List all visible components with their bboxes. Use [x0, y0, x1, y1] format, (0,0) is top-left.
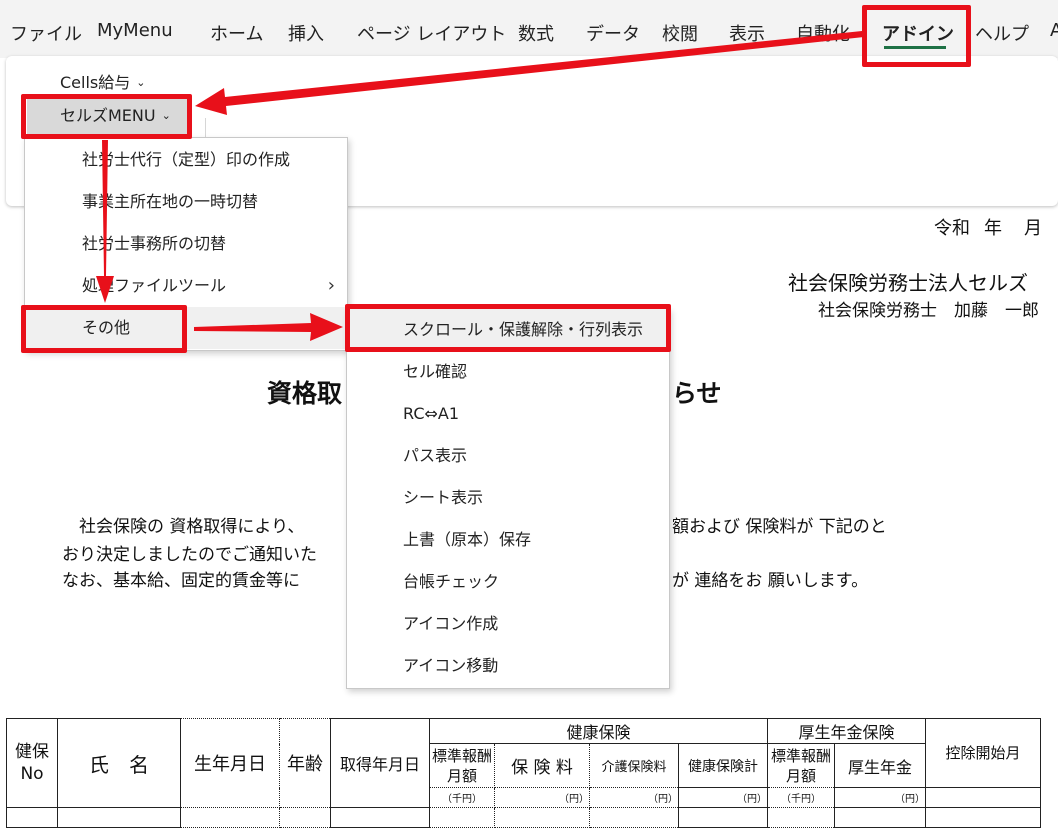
tab-home[interactable]: ホーム — [210, 20, 263, 46]
submenu-item-rc-a1[interactable]: RC⇔A1 — [347, 393, 669, 435]
menu-item-label: 社労士代行（定型）印の作成 — [82, 150, 291, 169]
unit-pension-std: （千円） — [767, 787, 835, 808]
table-cell[interactable] — [678, 807, 768, 828]
other-submenu: スクロール・保護解除・行列表示 セル確認 RC⇔A1 パス表示 シート表示 上書… — [346, 308, 670, 689]
chevron-right-icon: › — [327, 275, 335, 296]
date-era: 令和 — [934, 218, 970, 239]
menu-item-label: セル確認 — [403, 362, 468, 381]
cells-kyuyo-button[interactable]: Cells給与 ⌄ — [60, 69, 145, 93]
submenu-item-icon-move[interactable]: アイコン移動 — [347, 645, 669, 687]
col-health-total: 健康保険計 — [678, 743, 768, 788]
group-health: 健康保険 — [429, 718, 768, 744]
menu-item-label: 上書（原本）保存 — [403, 530, 532, 549]
table-cell[interactable] — [429, 807, 495, 828]
submenu-item-overwrite-save[interactable]: 上書（原本）保存 — [347, 519, 669, 561]
submenu-item-icon-create[interactable]: アイコン作成 — [347, 603, 669, 645]
unit-health-total: （円） — [678, 787, 768, 808]
col-age: 年齢 — [279, 718, 331, 808]
unit-std-remun: （千円） — [429, 787, 495, 808]
menu-item-file-tools[interactable]: 処理ファイルツール › — [25, 265, 347, 307]
body-line-1-left: 社会保険の 資格取得により、 — [62, 517, 305, 537]
menu-item-label: 台帳チェック — [403, 572, 500, 591]
menu-item-address-switch[interactable]: 事業主所在地の一時切替 — [25, 181, 347, 223]
menu-item-office-switch[interactable]: 社労士事務所の切替 — [25, 223, 347, 265]
highlight-box-addins — [862, 5, 971, 67]
highlight-box-other — [21, 305, 187, 353]
col-name: 氏 名 — [57, 718, 181, 808]
menu-item-label: パス表示 — [403, 446, 468, 465]
body-line-1-right: 額および 保険料が 下記のと — [672, 517, 887, 537]
menu-item-label: 事業主所在地の一時切替 — [82, 192, 259, 211]
submenu-item-cell-check[interactable]: セル確認 — [347, 351, 669, 393]
tab-insert[interactable]: 挿入 — [288, 20, 324, 46]
unit-care: （円） — [589, 787, 679, 808]
body-line-2-left: おり決定しましたのでご通知いた — [62, 545, 317, 565]
tab-overflow[interactable]: A — [1050, 20, 1058, 41]
tab-formulas[interactable]: 数式 — [518, 20, 554, 46]
highlight-box-cellz-menu — [21, 94, 192, 139]
tab-help[interactable]: ヘルプ — [975, 20, 1029, 46]
submenu-item-ledger-check[interactable]: 台帳チェック — [347, 561, 669, 603]
menu-item-seal[interactable]: 社労士代行（定型）印の作成 — [25, 139, 347, 181]
page-title-right: らせ — [672, 379, 722, 408]
unit-pension: （円） — [834, 787, 926, 808]
col-deduct-start: 控除開始月 — [925, 718, 1041, 788]
submenu-item-sheet[interactable]: シート表示 — [347, 477, 669, 519]
highlight-box-scroll-unprotect — [345, 304, 671, 352]
col-std-remun: 標準報酬月額 — [429, 743, 495, 788]
table-cell[interactable] — [767, 807, 835, 828]
person-name: 社会保険労務士 加藤 一郎 — [818, 301, 1039, 321]
table-cell[interactable] — [494, 807, 590, 828]
menu-item-label: 社労士事務所の切替 — [82, 234, 227, 253]
tab-page-layout[interactable]: ページ レイアウト — [357, 20, 506, 46]
firm-name: 社会保険労務士法人セルズ — [788, 271, 1028, 295]
col-acquired: 取得年月日 — [330, 718, 430, 808]
date-month: 月 — [1024, 218, 1042, 239]
table-cell[interactable] — [6, 807, 58, 828]
page-title-left: 資格取 — [267, 379, 343, 408]
date-line: 令和年 月 — [934, 214, 1042, 240]
table-cell[interactable] — [925, 807, 1041, 828]
body-line-3-right: が 連絡をお 願いします。 — [672, 571, 869, 591]
date-year: 年 — [984, 218, 1002, 239]
menu-item-label: 処理ファイルツール — [82, 276, 227, 295]
table-cell[interactable] — [279, 807, 331, 828]
group-pension: 厚生年金保険 — [767, 718, 926, 744]
table-cell[interactable] — [589, 807, 679, 828]
col-premium: 保 険 料 — [494, 743, 590, 788]
tab-view[interactable]: 表示 — [729, 20, 765, 46]
table-cell[interactable] — [330, 807, 430, 828]
col-kenpo-no: 健保No — [6, 718, 58, 808]
col-pension: 厚生年金 — [834, 743, 926, 788]
body-line-3-left: なお、基本給、固定的賃金等に — [62, 571, 300, 591]
tab-mymenu[interactable]: MyMenu — [97, 20, 173, 41]
submenu-item-path[interactable]: パス表示 — [347, 435, 669, 477]
table-cell[interactable] — [57, 807, 181, 828]
col-care: 介護保険料 — [589, 743, 679, 788]
tab-file[interactable]: ファイル — [10, 20, 82, 46]
chevron-down-icon: ⌄ — [136, 76, 146, 89]
tab-automate[interactable]: 自動化 — [796, 20, 850, 46]
unit-premium: （円） — [494, 787, 590, 808]
tab-review[interactable]: 校閲 — [662, 20, 698, 46]
menu-item-label: アイコン作成 — [403, 614, 499, 633]
premium-table: 健保No 氏 名 生年月日 年齢 取得年月日 健康保険 厚生年金保険 控除開始月… — [6, 718, 1041, 828]
table-cell[interactable] — [834, 807, 926, 828]
unit-deduct-start — [925, 787, 1041, 808]
cells-kyuyo-label: Cells給与 — [60, 73, 131, 92]
table-cell[interactable] — [180, 807, 280, 828]
menu-item-label: アイコン移動 — [403, 656, 499, 675]
col-birth: 生年月日 — [180, 718, 280, 808]
tab-data[interactable]: データ — [586, 20, 640, 46]
menu-item-label: RC⇔A1 — [403, 404, 460, 423]
col-pension-std: 標準報酬月額 — [767, 743, 835, 788]
menu-item-label: シート表示 — [403, 488, 484, 507]
